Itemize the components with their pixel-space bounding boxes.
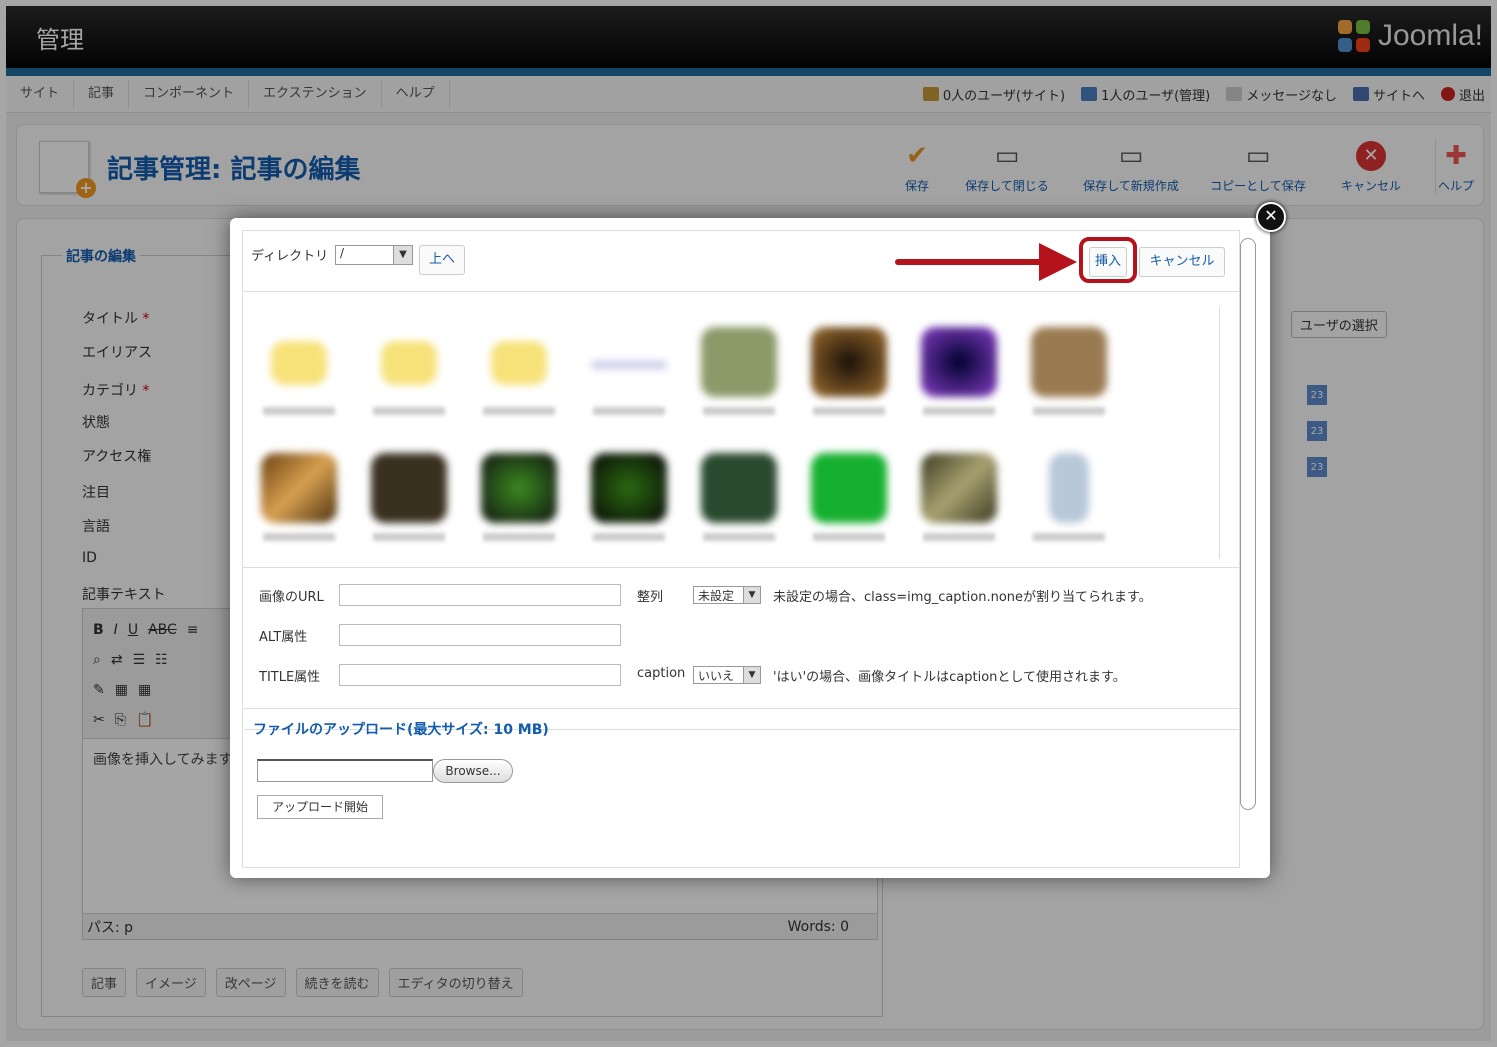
image-icon: [701, 327, 777, 397]
image-thumb[interactable]: [577, 307, 681, 429]
caption-label: caption: [637, 666, 686, 681]
modal-content: ディレクトリ / ▼ 上へ 挿入 キャンセル 画像のURL ALT属性 TITL…: [242, 230, 1240, 868]
browse-button[interactable]: Browse...: [433, 759, 513, 783]
folder-icon: [271, 341, 327, 385]
modal-scrollbar[interactable]: [1238, 232, 1258, 866]
folder-icon: [381, 341, 437, 385]
image-url-input[interactable]: [339, 584, 621, 606]
align-note: 未設定の場合、class=img_caption.noneが割り当てられます。: [773, 590, 1152, 605]
image-icon: [811, 453, 887, 523]
directory-label: ディレクトリ: [251, 249, 329, 264]
image-thumb[interactable]: [907, 433, 1011, 555]
caption-select[interactable]: いいえ ▼: [693, 666, 761, 684]
image-icon: [371, 453, 447, 523]
image-thumb[interactable]: [687, 433, 791, 555]
image-icon: [591, 453, 667, 523]
image-icon: [1031, 327, 1107, 397]
directory-bar: ディレクトリ / ▼ 上へ 挿入 キャンセル: [243, 231, 1239, 292]
image-insert-modal: ディレクトリ / ▼ 上へ 挿入 キャンセル 画像のURL ALT属性 TITL…: [230, 218, 1270, 878]
image-thumb[interactable]: [907, 307, 1011, 429]
image-grid: [247, 307, 1133, 559]
image-thumb[interactable]: [247, 433, 351, 555]
title-attr-input[interactable]: [339, 664, 621, 686]
image-icon: [921, 327, 997, 397]
file-input[interactable]: [257, 759, 433, 782]
folder-icon: [491, 341, 547, 385]
modal-cancel-button[interactable]: キャンセル: [1139, 247, 1225, 277]
chevron-down-icon: ▼: [743, 667, 760, 683]
image-thumb[interactable]: [467, 433, 571, 555]
image-icon: [481, 453, 557, 523]
alt-input[interactable]: [339, 624, 621, 646]
grid-scrollbar[interactable]: [1219, 307, 1238, 559]
image-thumb[interactable]: [687, 307, 791, 429]
upload-legend: ファイルのアップロード(最大サイズ: 10 MB): [253, 722, 549, 738]
close-icon[interactable]: ✕: [1256, 202, 1286, 232]
annotation-arrow: [895, 259, 1045, 265]
image-icon: [261, 453, 337, 523]
folder-thumb[interactable]: [247, 307, 351, 429]
chevron-down-icon: ▼: [743, 587, 760, 603]
image-thumb[interactable]: [1017, 307, 1121, 429]
image-icon: [811, 327, 887, 397]
image-url-label: 画像のURL: [259, 590, 324, 605]
image-thumb[interactable]: [797, 307, 901, 429]
directory-select[interactable]: / ▼: [335, 245, 413, 265]
chevron-down-icon: ▼: [393, 246, 412, 264]
image-thumb[interactable]: [1017, 433, 1121, 555]
image-icon: [921, 453, 997, 523]
alt-label: ALT属性: [259, 630, 308, 645]
annotation-arrowhead: [1039, 243, 1077, 281]
title-attr-label: TITLE属性: [259, 670, 321, 685]
image-thumb[interactable]: [577, 433, 681, 555]
image-properties: 画像のURL ALT属性 TITLE属性 整列 未設定 ▼ 未設定の場合、clas…: [243, 567, 1239, 709]
align-select[interactable]: 未設定 ▼: [693, 586, 761, 604]
image-thumb[interactable]: [797, 433, 901, 555]
up-button[interactable]: 上へ: [419, 245, 465, 275]
image-icon: [591, 361, 667, 369]
align-label: 整列: [637, 590, 664, 605]
image-thumb[interactable]: [357, 433, 461, 555]
image-icon: [1049, 453, 1089, 523]
folder-thumb[interactable]: [357, 307, 461, 429]
folder-thumb[interactable]: [467, 307, 571, 429]
insert-button[interactable]: 挿入: [1089, 247, 1127, 277]
image-icon: [701, 453, 777, 523]
start-upload-button[interactable]: アップロード開始: [257, 795, 383, 819]
caption-note: 'はい'の場合、画像タイトルはcaptionとして使用されます。: [773, 670, 1126, 685]
